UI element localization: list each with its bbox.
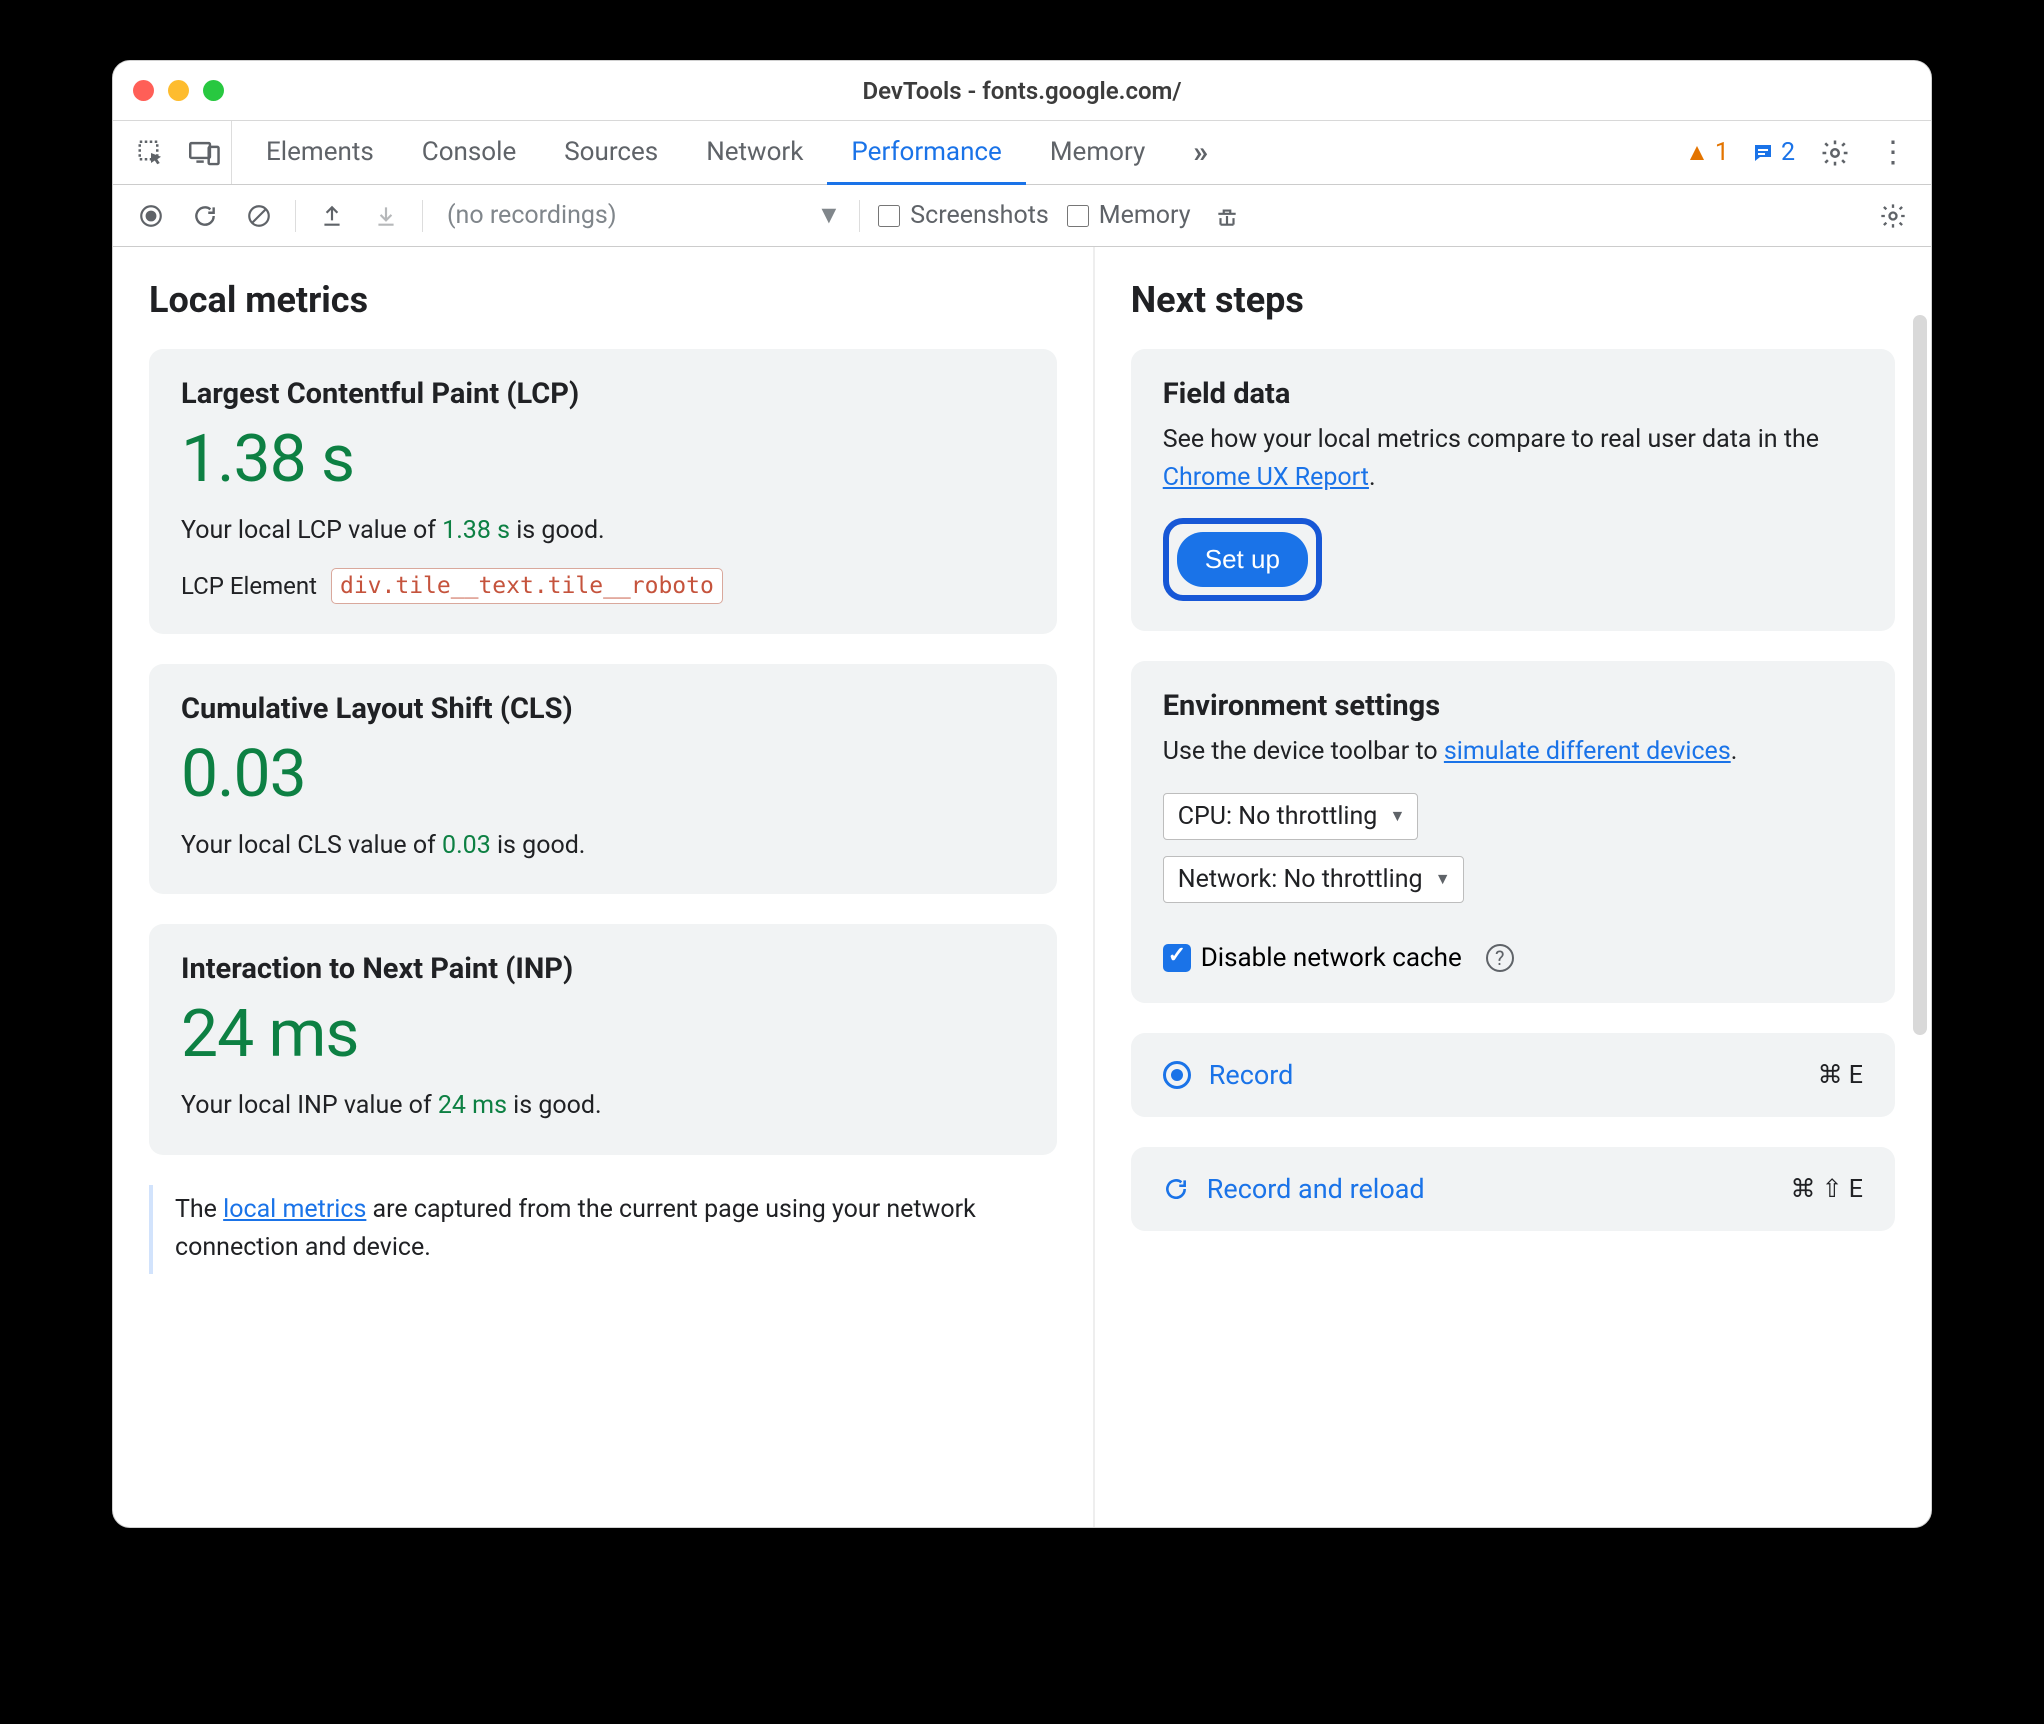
- next-steps-heading: Next steps: [1131, 279, 1895, 321]
- titlebar: DevTools - fonts.google.com/: [113, 61, 1931, 121]
- next-steps-column: Next steps Field data See how your local…: [1095, 247, 1931, 1527]
- zoom-window-button[interactable]: [203, 80, 224, 101]
- content-area: Local metrics Largest Contentful Paint (…: [113, 247, 1931, 1527]
- info-badge[interactable]: 2: [1751, 138, 1795, 167]
- cls-description: Your local CLS value of 0.03 is good.: [181, 827, 1025, 865]
- inp-title: Interaction to Next Paint (INP): [181, 952, 1025, 986]
- upload-icon[interactable]: [314, 198, 350, 234]
- local-metrics-column: Local metrics Largest Contentful Paint (…: [113, 247, 1095, 1527]
- cls-value: 0.03: [181, 736, 1025, 813]
- disable-cache-checkbox[interactable]: Disable network cache ?: [1163, 943, 1863, 973]
- warnings-badge[interactable]: ▲1: [1685, 138, 1729, 167]
- tab-console[interactable]: Console: [398, 122, 540, 185]
- cls-title: Cumulative Layout Shift (CLS): [181, 692, 1025, 726]
- screenshots-label: Screenshots: [910, 201, 1049, 230]
- close-window-button[interactable]: [133, 80, 154, 101]
- warnings-count: 1: [1715, 138, 1729, 167]
- performance-toolbar: (no recordings) ▼ Screenshots Memory: [113, 185, 1931, 247]
- local-metrics-link[interactable]: local metrics: [223, 1195, 366, 1224]
- main-toolbar: Elements Console Sources Network Perform…: [113, 121, 1931, 185]
- lcp-element-value[interactable]: div.tile__text.tile__roboto: [331, 568, 723, 604]
- lcp-element-row: LCP Element div.tile__text.tile__roboto: [181, 568, 1025, 604]
- screenshots-checkbox[interactable]: Screenshots: [878, 201, 1049, 230]
- field-data-title: Field data: [1163, 377, 1863, 411]
- help-icon[interactable]: ?: [1486, 944, 1514, 972]
- reload-arrow-icon: [1163, 1176, 1189, 1202]
- window-title: DevTools - fonts.google.com/: [113, 77, 1931, 105]
- settings-gear-icon[interactable]: [1817, 135, 1853, 171]
- crux-report-link[interactable]: Chrome UX Report: [1163, 463, 1369, 492]
- inp-card: Interaction to Next Paint (INP) 24 ms Yo…: [149, 924, 1057, 1155]
- panel-settings-gear-icon[interactable]: [1875, 198, 1911, 234]
- inp-value: 24 ms: [181, 996, 1025, 1073]
- lcp-title: Largest Contentful Paint (LCP): [181, 377, 1025, 411]
- no-recordings-label: (no recordings): [447, 201, 617, 230]
- info-count: 2: [1781, 138, 1795, 167]
- local-metrics-heading: Local metrics: [149, 279, 1057, 321]
- cpu-throttling-select[interactable]: CPU: No throttling: [1163, 793, 1419, 840]
- scrollbar[interactable]: [1913, 315, 1927, 1035]
- chat-icon: [1751, 141, 1775, 165]
- local-metrics-note: The local metrics are captured from the …: [149, 1185, 1057, 1275]
- record-action[interactable]: Record ⌘ E: [1131, 1033, 1895, 1117]
- panel-tabs: Elements Console Sources Network Perform…: [232, 121, 1685, 184]
- lcp-element-label: LCP Element: [181, 572, 317, 600]
- record-reload-label: Record and reload: [1207, 1173, 1425, 1205]
- recordings-dropdown-icon[interactable]: ▼: [817, 201, 842, 230]
- window-controls: [133, 80, 224, 101]
- record-icon[interactable]: [133, 198, 169, 234]
- record-reload-shortcut: ⌘ ⇧ E: [1790, 1174, 1863, 1204]
- garbage-collect-icon[interactable]: [1209, 198, 1245, 234]
- memory-checkbox[interactable]: Memory: [1067, 201, 1191, 230]
- record-circle-icon: [1163, 1061, 1191, 1089]
- setup-button-highlight: Set up: [1163, 518, 1322, 601]
- env-description: Use the device toolbar to simulate diffe…: [1163, 733, 1863, 771]
- disable-cache-label: Disable network cache: [1201, 943, 1462, 973]
- environment-settings-card: Environment settings Use the device tool…: [1131, 661, 1895, 1003]
- memory-label: Memory: [1099, 201, 1191, 230]
- lcp-value: 1.38 s: [181, 421, 1025, 498]
- record-shortcut: ⌘ E: [1818, 1060, 1863, 1090]
- record-label: Record: [1209, 1059, 1294, 1091]
- cls-card: Cumulative Layout Shift (CLS) 0.03 Your …: [149, 664, 1057, 895]
- tab-performance[interactable]: Performance: [827, 122, 1025, 185]
- tab-sources[interactable]: Sources: [540, 122, 682, 185]
- tab-memory[interactable]: Memory: [1026, 122, 1169, 185]
- minimize-window-button[interactable]: [168, 80, 189, 101]
- device-toolbar-icon[interactable]: [187, 135, 223, 171]
- lcp-description: Your local LCP value of 1.38 s is good.: [181, 512, 1025, 550]
- more-tabs-icon[interactable]: »: [1169, 122, 1232, 185]
- field-data-card: Field data See how your local metrics co…: [1131, 349, 1895, 631]
- more-options-icon[interactable]: ⋮: [1875, 135, 1911, 171]
- warning-icon: ▲: [1685, 138, 1709, 167]
- simulate-devices-link[interactable]: simulate different devices: [1444, 737, 1731, 766]
- setup-button[interactable]: Set up: [1177, 532, 1308, 587]
- field-data-description: See how your local metrics compare to re…: [1163, 421, 1863, 496]
- tab-network[interactable]: Network: [682, 122, 827, 185]
- devtools-window: DevTools - fonts.google.com/ Elements Co…: [112, 60, 1932, 1528]
- tab-elements[interactable]: Elements: [242, 122, 398, 185]
- inp-description: Your local INP value of 24 ms is good.: [181, 1087, 1025, 1125]
- inspect-element-icon[interactable]: [133, 135, 169, 171]
- env-title: Environment settings: [1163, 689, 1863, 723]
- clear-icon[interactable]: [241, 198, 277, 234]
- network-throttling-select[interactable]: Network: No throttling: [1163, 856, 1464, 903]
- lcp-card: Largest Contentful Paint (LCP) 1.38 s Yo…: [149, 349, 1057, 634]
- record-reload-action[interactable]: Record and reload ⌘ ⇧ E: [1131, 1147, 1895, 1231]
- download-icon[interactable]: [368, 198, 404, 234]
- reload-icon[interactable]: [187, 198, 223, 234]
